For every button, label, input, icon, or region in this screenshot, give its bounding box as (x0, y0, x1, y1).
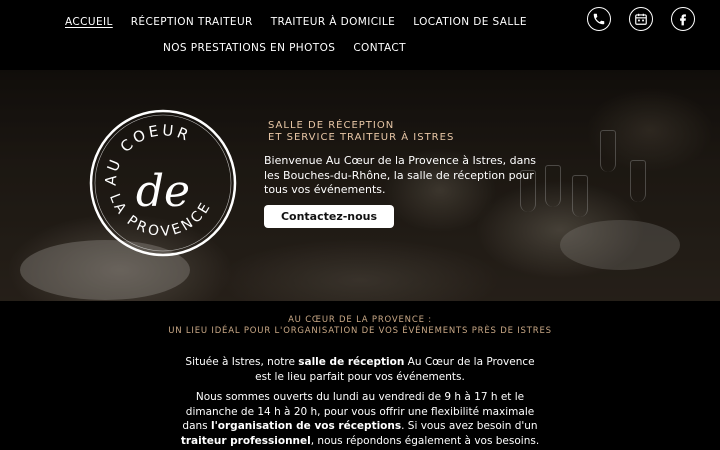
text-span: . Si vous avez besoin d'un (401, 420, 538, 432)
intro-paragraph-2: Nous sommes ouverts du lundi au vendredi… (180, 390, 540, 448)
intro-kicker: AU CŒUR DE LA PROVENCE : UN LIEU IDÉAL P… (0, 315, 720, 336)
bold-text: traiteur professionnel (180, 434, 311, 447)
nav-item-accueil[interactable]: ACCUEIL (56, 12, 122, 32)
au-coeur-de-la-provence-logo[interactable]: AU COEUR de LA PROVENCE (88, 108, 238, 258)
nav-row-2: NOS PRESTATIONS EN PHOTOS CONTACT (154, 38, 415, 58)
hero-text: SALLE DE RÉCEPTION ET SERVICE TRAITEUR À… (264, 120, 554, 198)
social-links (587, 7, 695, 31)
hero-kicker: SALLE DE RÉCEPTION ET SERVICE TRAITEUR À… (264, 120, 554, 144)
phone-icon[interactable] (587, 7, 611, 31)
nav-item-prestations-photos[interactable]: NOS PRESTATIONS EN PHOTOS (154, 38, 344, 58)
intro-section: AU CŒUR DE LA PROVENCE : UN LIEU IDÉAL P… (0, 301, 720, 450)
nav-item-reception-traiteur[interactable]: RÉCEPTION TRAITEUR (122, 12, 262, 32)
intro-kicker-line-1: AU CŒUR DE LA PROVENCE : (288, 315, 432, 325)
nav-row-1: ACCUEIL RÉCEPTION TRAITEUR TRAITEUR À DO… (56, 12, 536, 32)
nav-item-contact[interactable]: CONTACT (344, 38, 415, 58)
intro-paragraph-1: Située à Istres, notre salle de réceptio… (180, 355, 540, 384)
hero-kicker-line-2: ET SERVICE TRAITEUR À ISTRES (268, 132, 455, 143)
contact-button[interactable]: Contactez-nous (264, 205, 394, 228)
hero-kicker-line-1: SALLE DE RÉCEPTION (268, 120, 395, 131)
bold-text: l'organisation de vos réceptions (210, 420, 402, 432)
calendar-icon[interactable] (629, 7, 653, 31)
nav-item-traiteur-domicile[interactable]: TRAITEUR À DOMICILE (262, 12, 404, 32)
facebook-icon[interactable] (671, 7, 695, 31)
intro-kicker-line-2: UN LIEU IDÉAL POUR L'ORGANISATION DE VOS… (168, 325, 552, 336)
site-header: ACCUEIL RÉCEPTION TRAITEUR TRAITEUR À DO… (0, 0, 720, 70)
text-span: , nous répondons également à vos besoins… (310, 434, 540, 447)
bold-text: salle de réception (298, 356, 405, 368)
logo-text-mid: de (136, 166, 190, 217)
text-span: Située à Istres, notre (185, 356, 299, 368)
nav-item-location-salle[interactable]: LOCATION DE SALLE (404, 12, 536, 32)
hero-description: Bienvenue Au Cœur de la Provence à Istre… (264, 154, 537, 196)
